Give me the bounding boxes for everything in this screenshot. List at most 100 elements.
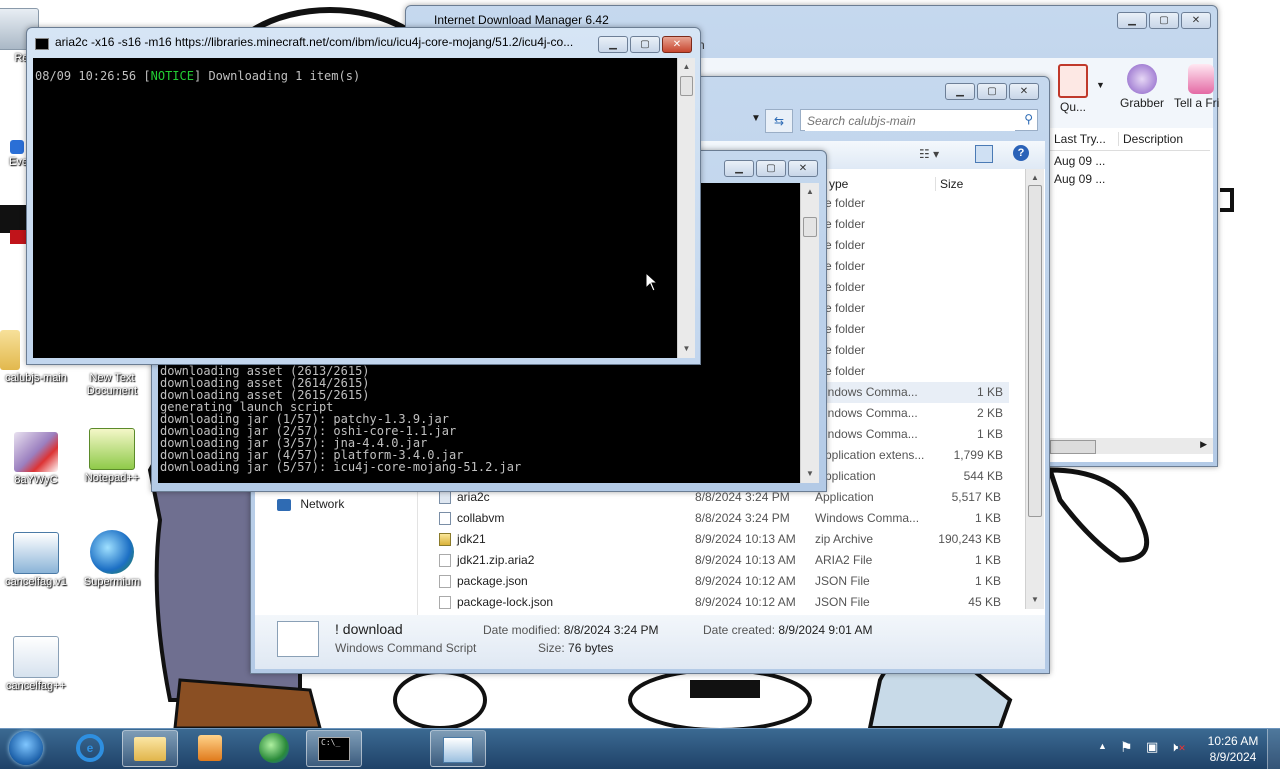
grabber-toolbar-button[interactable]: Grabber: [1114, 62, 1170, 110]
views-icon[interactable]: ☷ ▾: [919, 147, 939, 161]
file-row[interactable]: e folder: [815, 319, 1009, 340]
system-tray: ▲ ⚑ ▣ 🕨✕ 10:26 AM 8/9/2024: [1090, 729, 1280, 769]
log-notice-level: NOTICE: [150, 69, 194, 83]
preview-pane-icon[interactable]: [975, 145, 993, 163]
desktop-icon-cancelfag-plus-plus[interactable]: cancelfag++: [0, 636, 72, 693]
column-header-size[interactable]: Size: [935, 177, 963, 191]
file-row[interactable]: indows Comma... 1 KB: [815, 382, 1009, 403]
clock[interactable]: 10:26 AM 8/9/2024: [1198, 733, 1268, 765]
explorer-vertical-scrollbar[interactable]: ▲ ▼: [1025, 169, 1044, 609]
console-back-scrollbar[interactable]: ▲ ▼: [800, 183, 819, 483]
file-type-cell: e folder: [825, 238, 866, 252]
taskbar-media-player[interactable]: [182, 730, 238, 767]
file-row[interactable]: e folder: [815, 193, 1009, 214]
minimize-button[interactable]: ▁: [945, 83, 975, 100]
idm-globe-icon: [259, 733, 289, 763]
desktop-icon-supermium[interactable]: Supermium: [76, 530, 148, 589]
close-button[interactable]: ✕: [1181, 12, 1211, 29]
file-row[interactable]: e folder: [815, 340, 1009, 361]
close-button[interactable]: ✕: [788, 160, 818, 177]
maximize-button[interactable]: ▢: [756, 160, 786, 177]
file-type-cell: indows Comma...: [825, 385, 918, 399]
maximize-button[interactable]: ▢: [977, 83, 1007, 100]
modified-label: Date modified:: [483, 623, 561, 637]
taskbar-command-prompt[interactable]: C:\_: [306, 730, 362, 767]
console-front-title: aria2c -x16 -s16 -m16 https://libraries.…: [55, 28, 595, 56]
console-front-scrollbar[interactable]: ▲ ▼: [677, 58, 695, 358]
scroll-up-arrow-icon[interactable]: ▲: [801, 185, 819, 199]
file-row[interactable]: e folder: [815, 361, 1009, 382]
console-front-window-controls: ▁ ▢ ✕: [598, 36, 692, 53]
console-front-output[interactable]: 08/09 10:26:56 [NOTICE] Downloading 1 it…: [33, 58, 677, 358]
scroll-thumb[interactable]: [803, 217, 817, 237]
file-row[interactable]: package.json 8/9/2024 10:12 AM JSON File 1 …: [433, 571, 1013, 592]
refresh-button[interactable]: ⇆: [765, 109, 793, 133]
file-row[interactable]: collabvm 8/8/2024 3:24 PM Windows Comma...…: [433, 508, 1013, 529]
scroll-thumb[interactable]: [1028, 185, 1042, 517]
file-size-cell: 1 KB: [974, 574, 1001, 588]
desktop-icon-notepad-plus-plus[interactable]: Notepad++: [76, 428, 148, 485]
idm-horizontal-scrollbar[interactable]: ▶: [1050, 438, 1213, 454]
column-header-description[interactable]: Description: [1118, 132, 1183, 146]
column-header-last-try[interactable]: Last Try...: [1054, 132, 1106, 146]
help-icon[interactable]: ?: [1013, 145, 1029, 161]
maximize-button[interactable]: ▢: [630, 36, 660, 53]
file-row[interactable]: indows Comma... 2 KB: [815, 403, 1009, 424]
file-row[interactable]: indows Comma... 1 KB: [815, 424, 1009, 445]
size-label: Size:: [538, 641, 565, 655]
details-file-kind: Windows Command Script: [335, 641, 477, 655]
scroll-up-arrow-icon[interactable]: ▲: [1026, 171, 1044, 185]
file-row[interactable]: e folder: [815, 214, 1009, 235]
scroll-up-arrow-icon[interactable]: ▲: [678, 60, 695, 74]
taskbar-idm[interactable]: [246, 730, 302, 767]
table-row[interactable]: Aug 09 ...: [1054, 154, 1105, 168]
search-box[interactable]: ⚲: [800, 109, 1038, 131]
desktop-icon-cancelfag-v1[interactable]: cancelfag.v1: [0, 532, 72, 589]
nav-item-network[interactable]: Network: [277, 497, 344, 511]
address-dropdown-arrow[interactable]: ▼: [751, 113, 761, 124]
column-header-type[interactable]: ype: [829, 177, 848, 191]
file-row[interactable]: e folder: [815, 235, 1009, 256]
file-row[interactable]: e folder: [815, 277, 1009, 298]
action-center-flag-icon[interactable]: ⚑: [1120, 739, 1133, 756]
scroll-down-arrow-icon[interactable]: ▼: [678, 342, 695, 356]
idm-list-header: Last Try... Description: [1050, 128, 1210, 151]
file-row[interactable]: pplication 544 KB: [815, 466, 1009, 487]
show-hidden-icons-icon[interactable]: ▲: [1098, 741, 1107, 751]
taskbar-internet-explorer[interactable]: e: [62, 730, 118, 767]
file-row[interactable]: e folder: [815, 298, 1009, 319]
tell-friend-toolbar-button[interactable]: Tell a Fri: [1174, 62, 1220, 110]
minimize-button[interactable]: ▁: [598, 36, 628, 53]
scroll-down-arrow-icon[interactable]: ▼: [1026, 593, 1044, 607]
desktop-icon-8aywyc[interactable]: 8aYWyC: [0, 432, 72, 487]
maximize-button[interactable]: ▢: [1149, 12, 1179, 29]
minimize-button[interactable]: ▁: [724, 160, 754, 177]
clock-time: 10:26 AM: [1207, 734, 1259, 748]
network-status-icon[interactable]: ▣: [1146, 739, 1158, 755]
taskbar-windows-explorer[interactable]: [122, 730, 178, 767]
file-row[interactable]: e folder: [815, 256, 1009, 277]
console-window-front[interactable]: aria2c -x16 -s16 -m16 https://libraries.…: [26, 27, 701, 365]
table-row[interactable]: Aug 09 ...: [1054, 172, 1105, 186]
start-button[interactable]: [6, 730, 46, 768]
queue-dropdown-arrow[interactable]: ▼: [1096, 80, 1105, 90]
search-input[interactable]: [805, 111, 1015, 131]
show-desktop-button[interactable]: [1267, 729, 1280, 769]
volume-muted-icon[interactable]: 🕨✕: [1170, 739, 1186, 755]
close-button[interactable]: ✕: [1009, 83, 1039, 100]
minimize-button[interactable]: ▁: [1117, 12, 1147, 29]
file-row[interactable]: jdk21 8/9/2024 10:13 AM zip Archive 190,243…: [433, 529, 1013, 550]
file-row[interactable]: package-lock.json 8/9/2024 10:12 AM JSON F…: [433, 592, 1013, 613]
scroll-thumb[interactable]: [680, 76, 693, 96]
search-icon[interactable]: ⚲: [1024, 112, 1033, 126]
idm-title-text: Internet Download Manager 6.42: [434, 13, 609, 27]
file-row[interactable]: pplication extens... 1,799 KB: [815, 445, 1009, 466]
column-header-size-label: Size: [940, 177, 964, 191]
file-row[interactable]: jdk21.zip.aria2 8/9/2024 10:13 AM ARIA2 Fi…: [433, 550, 1013, 571]
scroll-right-arrow-icon[interactable]: ▶: [1200, 439, 1207, 450]
scroll-down-arrow-icon[interactable]: ▼: [801, 467, 819, 481]
scroll-thumb[interactable]: [1050, 440, 1096, 454]
close-button[interactable]: ✕: [662, 36, 692, 53]
taskbar-cancelfag-window[interactable]: [430, 730, 486, 767]
queue-toolbar-button[interactable]: Qu...: [1050, 62, 1096, 114]
